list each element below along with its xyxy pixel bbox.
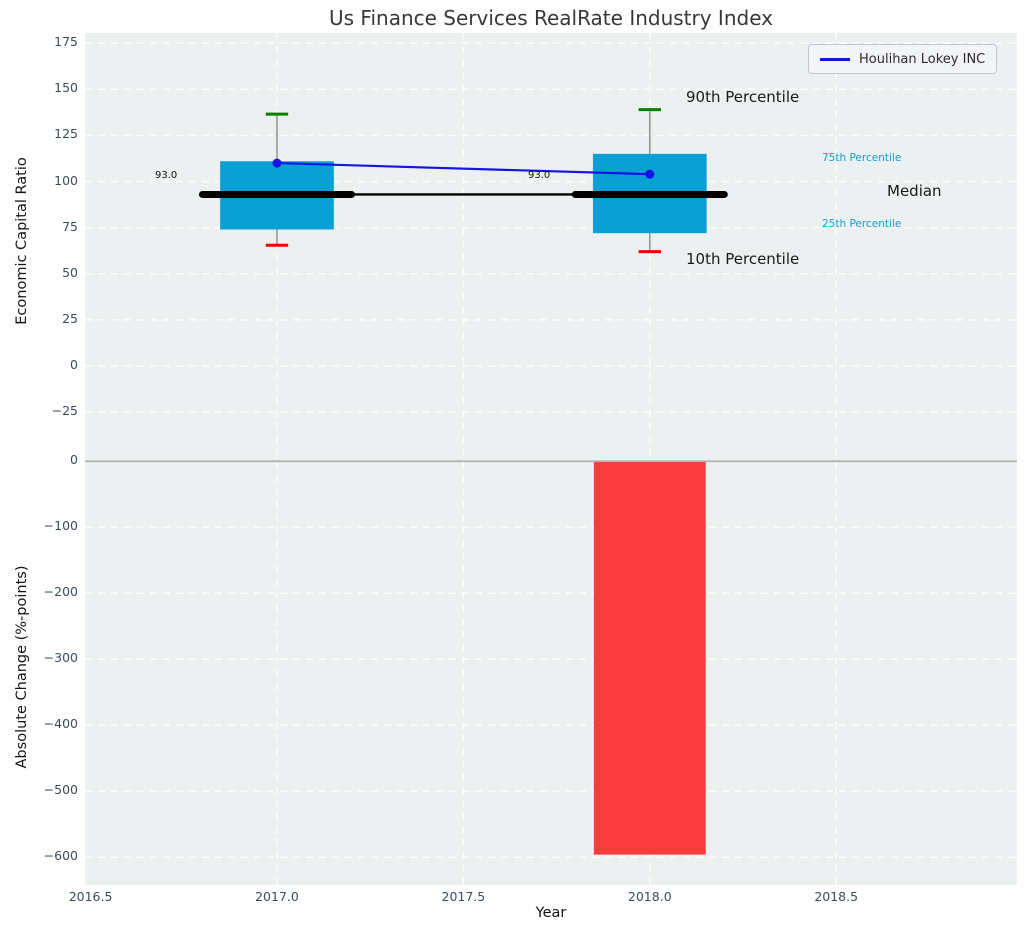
annotation: 25th Percentile	[822, 218, 901, 230]
annotation: 93.0	[155, 170, 177, 181]
y-tick-label: 175	[54, 34, 78, 49]
y-tick-label: 150	[54, 80, 78, 95]
y-tick-label: −25	[52, 403, 78, 418]
figure: Us Finance Services RealRate Industry In…	[0, 0, 1029, 942]
x-tick-label: 2017.5	[442, 889, 486, 904]
y-tick-label: 25	[62, 311, 78, 326]
x-tick-label: 2017.0	[255, 889, 299, 904]
annotation: Median	[887, 182, 942, 200]
y-tick-label: −600	[44, 848, 78, 863]
y-tick-label: −400	[44, 716, 78, 731]
annotation: 10th Percentile	[686, 250, 799, 268]
plot-canvas	[0, 0, 1029, 942]
y-tick-label: −500	[44, 782, 78, 797]
annotation: 75th Percentile	[822, 152, 901, 164]
y-axis-label-top: Economic Capital Ratio	[14, 157, 30, 324]
y-tick-label: 125	[54, 126, 78, 141]
legend-line-sample	[820, 58, 850, 61]
y-tick-label: 50	[62, 265, 78, 280]
x-tick-label: 2018.5	[814, 889, 858, 904]
chart-title: Us Finance Services RealRate Industry In…	[329, 6, 773, 30]
annotation: 90th Percentile	[686, 88, 799, 106]
y-tick-label: 0	[70, 357, 78, 372]
legend: Houlihan Lokey INC	[808, 44, 997, 74]
y-tick-label: −300	[44, 650, 78, 665]
y-tick-label: 75	[62, 219, 78, 234]
company-marker	[272, 159, 281, 168]
y-tick-label: 100	[54, 173, 78, 188]
x-tick-label: 2018.0	[628, 889, 672, 904]
company-marker	[645, 170, 654, 179]
legend-label: Houlihan Lokey INC	[859, 52, 985, 67]
x-axis-label: Year	[536, 905, 567, 921]
y-tick-label: 0	[70, 452, 78, 467]
y-tick-label: −200	[44, 584, 78, 599]
x-tick-label: 2016.5	[69, 889, 113, 904]
y-axis-label-bottom: Absolute Change (%-points)	[14, 566, 30, 769]
change-bar	[594, 461, 706, 854]
y-tick-label: −100	[44, 518, 78, 533]
annotation: 93.0	[528, 170, 550, 181]
